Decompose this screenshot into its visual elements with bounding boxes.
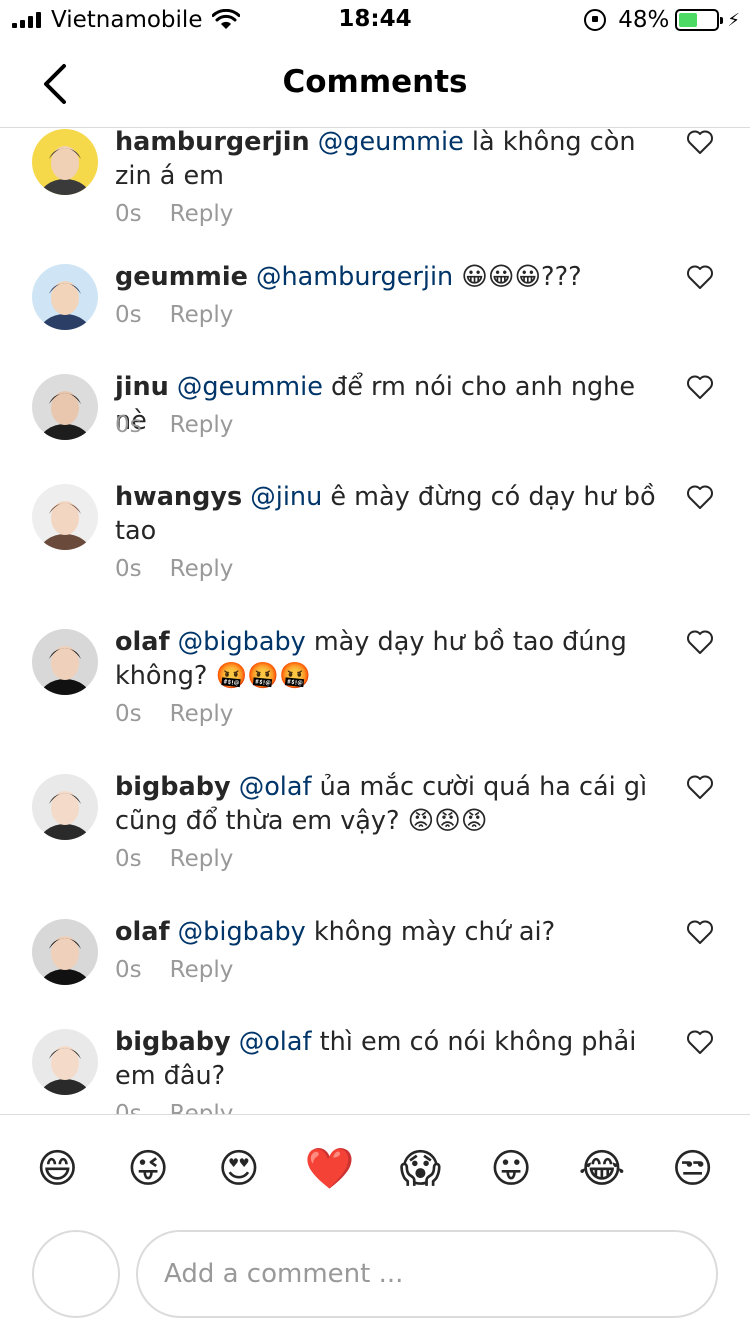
current-user-avatar bbox=[32, 1230, 120, 1318]
emoji-quick-bar: 😄 😜 😍 ❤️ 😱 😛 😂 😒 bbox=[0, 1114, 750, 1222]
user-avatar[interactable] bbox=[32, 484, 98, 550]
like-heart-icon[interactable] bbox=[686, 129, 714, 155]
comment-message: không mày chứ ai? bbox=[305, 917, 556, 947]
comment-mention[interactable]: @jinu bbox=[250, 482, 322, 512]
tears-of-joy-emoji[interactable]: 😂 bbox=[567, 1139, 637, 1199]
like-heart-icon[interactable] bbox=[686, 774, 714, 800]
comment-text: olaf @bigbaby không mày chứ ai? bbox=[115, 915, 675, 949]
reply-button[interactable]: Reply bbox=[170, 201, 234, 227]
reply-button[interactable]: Reply bbox=[170, 701, 234, 727]
comment-username[interactable]: hwangys bbox=[115, 482, 242, 512]
reply-button[interactable]: Reply bbox=[170, 1101, 234, 1114]
comment-username[interactable]: olaf bbox=[115, 627, 170, 657]
comment-mention[interactable]: @olaf bbox=[239, 1027, 312, 1057]
comment-list[interactable]: hamburgerjin @geummie là không còn zin á… bbox=[0, 129, 750, 1114]
red-heart-emoji[interactable]: ❤️ bbox=[295, 1139, 365, 1199]
comment-mention[interactable]: @geummie bbox=[318, 129, 464, 157]
reply-button[interactable]: Reply bbox=[170, 302, 234, 328]
nav-bar: Comments bbox=[0, 40, 750, 128]
battery-level bbox=[679, 13, 697, 27]
battery-icon bbox=[675, 9, 724, 31]
comment-meta: 0s Reply bbox=[115, 556, 261, 582]
like-heart-icon[interactable] bbox=[686, 919, 714, 945]
reply-button[interactable]: Reply bbox=[170, 556, 234, 582]
heart-eyes-emoji[interactable]: 😍 bbox=[204, 1139, 274, 1199]
comment-mention[interactable]: @bigbaby bbox=[178, 627, 306, 657]
like-heart-icon[interactable] bbox=[686, 629, 714, 655]
user-avatar[interactable] bbox=[32, 629, 98, 695]
user-avatar[interactable] bbox=[32, 264, 98, 330]
comment-meta: 0s Reply bbox=[115, 701, 261, 727]
comment-input[interactable] bbox=[136, 1230, 718, 1318]
comment-username[interactable]: bigbaby bbox=[115, 1027, 231, 1057]
comment-text: hwangys @jinu ê mày đừng có dạy hư bồ ta… bbox=[115, 480, 675, 548]
comment-meta: 0s Reply bbox=[115, 846, 261, 872]
comment-meta: 0s Reply bbox=[115, 1101, 261, 1114]
comment-username[interactable]: hamburgerjin bbox=[115, 129, 310, 157]
comment-text: geummie @hamburgerjin 😀😀😀??? bbox=[115, 260, 675, 294]
like-heart-icon[interactable] bbox=[686, 374, 714, 400]
status-right: 48% ⚡ bbox=[584, 6, 740, 34]
comment-text: olaf @bigbaby mày dạy hư bồ tao đúng khô… bbox=[115, 625, 675, 693]
comment-text: bigbaby @olaf ủa mắc cười quá ha cái gì … bbox=[115, 770, 675, 838]
comment-timestamp: 0s bbox=[115, 957, 142, 983]
winking-tongue-emoji[interactable]: 😜 bbox=[113, 1139, 183, 1199]
like-heart-icon[interactable] bbox=[686, 264, 714, 290]
user-avatar[interactable] bbox=[32, 374, 98, 440]
battery-percent: 48% bbox=[618, 7, 670, 33]
like-heart-icon[interactable] bbox=[686, 484, 714, 510]
comment-username[interactable]: geummie bbox=[115, 262, 248, 292]
charging-icon: ⚡ bbox=[727, 9, 740, 31]
user-avatar[interactable] bbox=[32, 129, 98, 195]
comment-username[interactable]: olaf bbox=[115, 917, 170, 947]
tongue-out-emoji[interactable]: 😛 bbox=[476, 1139, 546, 1199]
comment-message: 😀😀😀??? bbox=[453, 262, 582, 292]
user-avatar[interactable] bbox=[32, 1029, 98, 1095]
comment-timestamp: 0s bbox=[115, 846, 142, 872]
comment-mention[interactable]: @hamburgerjin bbox=[256, 262, 453, 292]
status-bar: Vietnamobile 18:44 48% ⚡ bbox=[0, 0, 750, 40]
comment-meta: 0s Reply bbox=[115, 201, 261, 227]
comment-mention[interactable]: @olaf bbox=[239, 772, 312, 802]
comment-meta: 0s Reply bbox=[115, 302, 261, 328]
unamused-face-emoji[interactable]: 😒 bbox=[658, 1139, 728, 1199]
comment-timestamp: 0s bbox=[115, 556, 142, 582]
comment-timestamp: 0s bbox=[115, 201, 142, 227]
like-heart-icon[interactable] bbox=[686, 1029, 714, 1055]
page-title: Comments bbox=[282, 64, 468, 100]
user-avatar[interactable] bbox=[32, 774, 98, 840]
screaming-face-emoji[interactable]: 😱 bbox=[385, 1139, 455, 1199]
comment-meta: 0s Reply bbox=[115, 412, 261, 438]
comment-timestamp: 0s bbox=[115, 412, 142, 438]
comment-username[interactable]: jinu bbox=[115, 372, 169, 402]
rotation-lock-icon bbox=[584, 9, 607, 31]
user-avatar[interactable] bbox=[32, 919, 98, 985]
comment-username[interactable]: bigbaby bbox=[115, 772, 231, 802]
comment-timestamp: 0s bbox=[115, 1101, 142, 1114]
grinning-face-emoji[interactable]: 😄 bbox=[22, 1139, 92, 1199]
comment-meta: 0s Reply bbox=[115, 957, 261, 983]
comment-text: bigbaby @olaf thì em có nói không phải e… bbox=[115, 1025, 675, 1093]
reply-button[interactable]: Reply bbox=[170, 412, 234, 438]
comment-text: hamburgerjin @geummie là không còn zin á… bbox=[115, 129, 675, 193]
comment-mention[interactable]: @bigbaby bbox=[178, 917, 306, 947]
comment-mention[interactable]: @geummie bbox=[177, 372, 323, 402]
comment-timestamp: 0s bbox=[115, 701, 142, 727]
reply-button[interactable]: Reply bbox=[170, 846, 234, 872]
reply-button[interactable]: Reply bbox=[170, 957, 234, 983]
comment-timestamp: 0s bbox=[115, 302, 142, 328]
comment-composer bbox=[0, 1222, 750, 1334]
